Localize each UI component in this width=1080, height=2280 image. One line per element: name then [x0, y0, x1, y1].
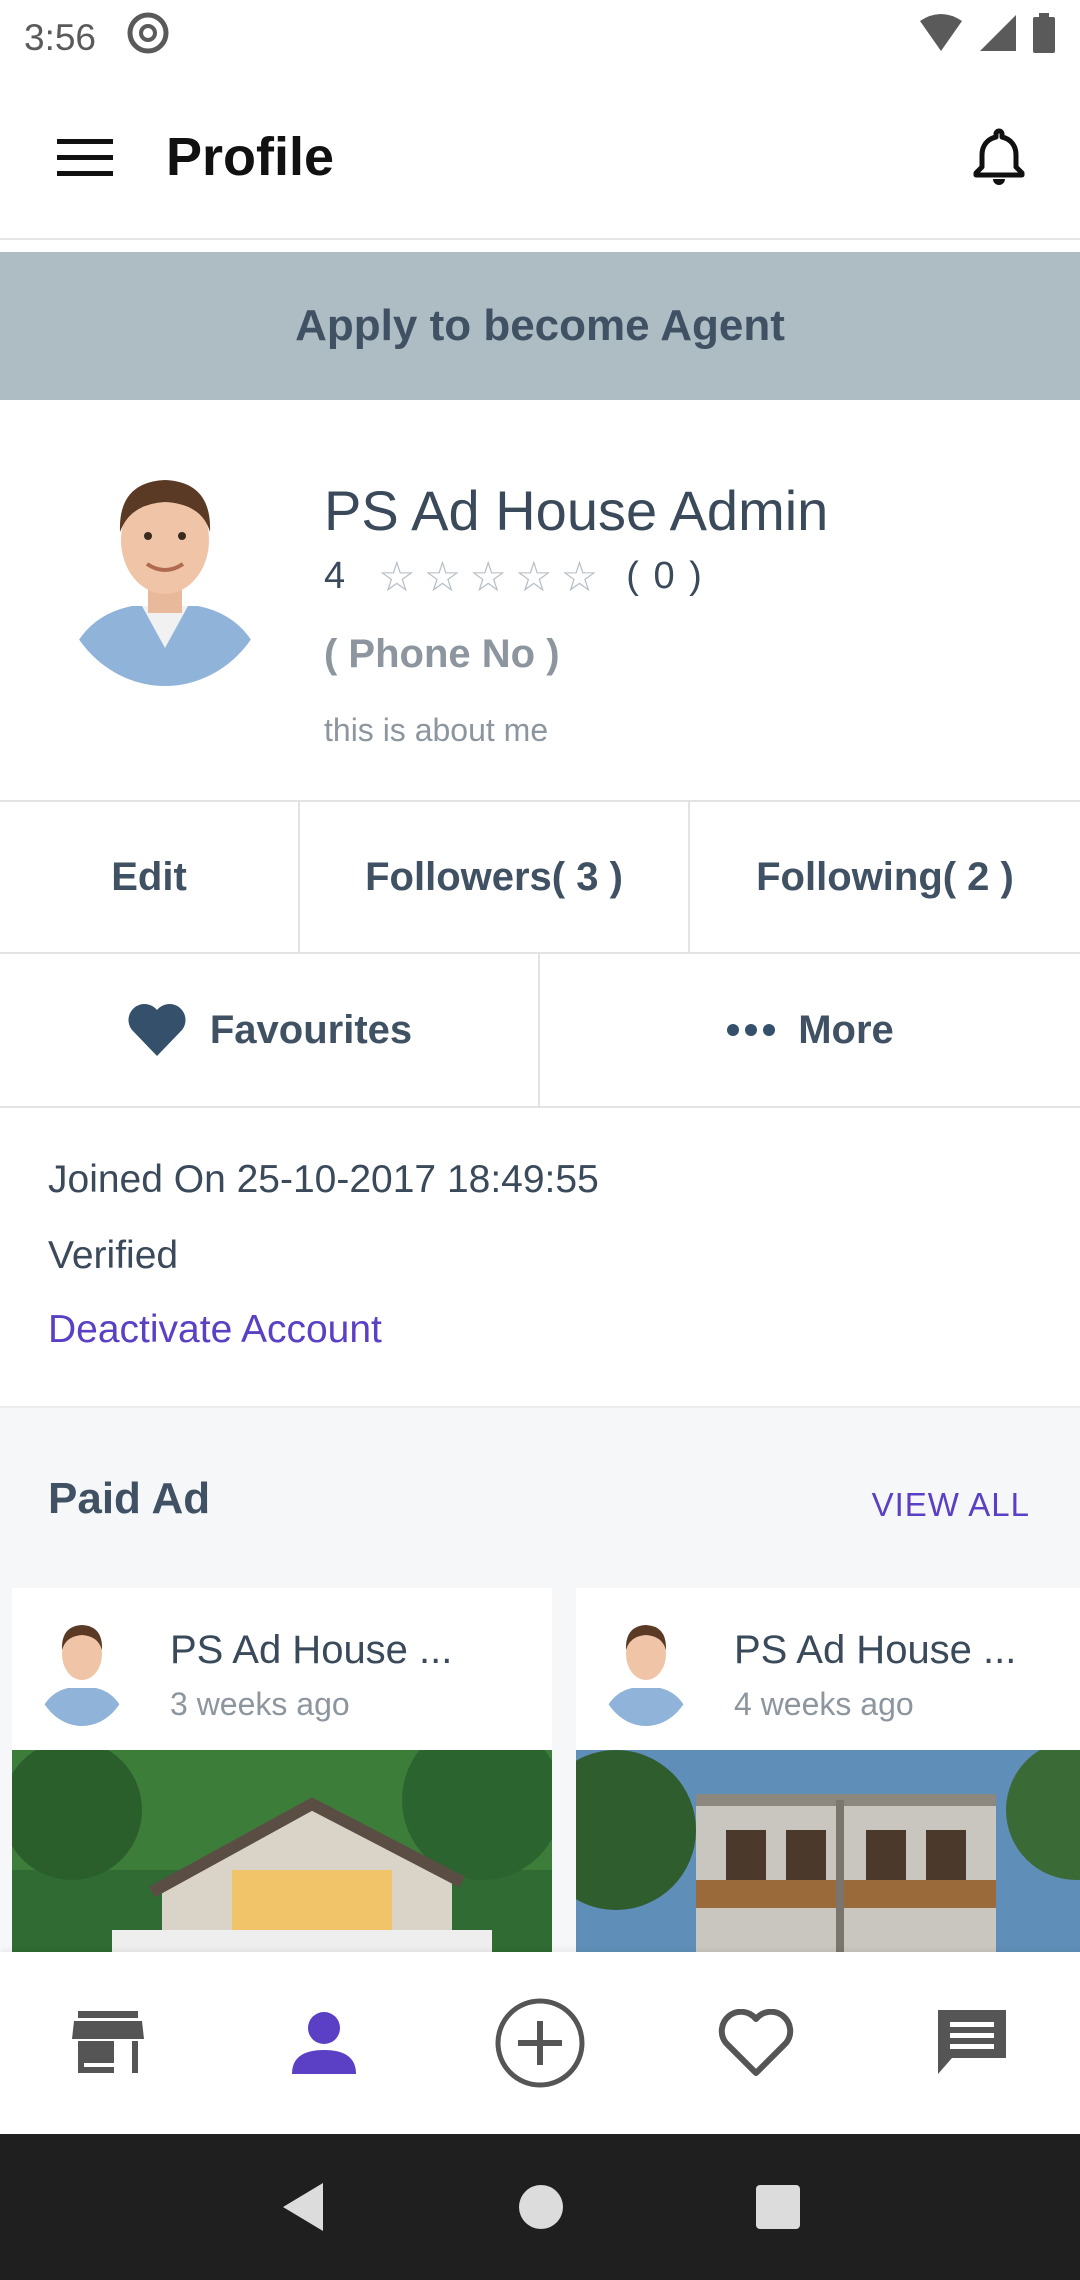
- verified-status: Verified: [48, 1234, 179, 1277]
- favourites-button[interactable]: Favourites: [0, 954, 540, 1106]
- following-button[interactable]: Following( 2 ): [690, 802, 1080, 952]
- followers-button[interactable]: Followers( 3 ): [300, 802, 690, 952]
- actions-row: Favourites More: [0, 954, 1080, 1108]
- view-all-link[interactable]: VIEW ALL: [872, 1486, 1030, 1524]
- back-icon[interactable]: [279, 2181, 327, 2233]
- battery-icon: [1032, 13, 1056, 62]
- profile-header: PS Ad House Admin 4 ☆ ☆ ☆ ☆ ☆ ( 0 ) ( Ph…: [0, 400, 1080, 802]
- ad-card-title: PS Ad House ...: [734, 1628, 1017, 1672]
- app-bar: Profile: [0, 75, 1080, 240]
- bell-icon: [973, 128, 1025, 185]
- joined-date: Joined On 25-10-2017 18:49:55: [48, 1158, 599, 1201]
- about-text: this is about me: [324, 712, 549, 748]
- paid-ad-title: Paid Ad: [48, 1474, 211, 1523]
- store-icon: [72, 2011, 144, 2073]
- deactivate-account-link[interactable]: Deactivate Account: [48, 1308, 382, 1352]
- ad-card-title: PS Ad House ...: [170, 1628, 453, 1672]
- star-icon: ☆: [560, 552, 599, 600]
- menu-button[interactable]: [40, 112, 130, 202]
- ad-image: [12, 1720, 552, 1952]
- heart-icon: [128, 1003, 186, 1056]
- rating-value: 4: [324, 555, 346, 597]
- favourite-icon: [718, 2009, 794, 2076]
- avatar: [32, 1608, 132, 1728]
- signal-icon: [978, 13, 1018, 62]
- profile-icon: [292, 2012, 356, 2074]
- favourites-label: Favourites: [209, 1007, 413, 1052]
- nav-store[interactable]: [48, 1983, 168, 2103]
- notifications-button[interactable]: [954, 112, 1044, 202]
- star-icon: ☆: [378, 552, 416, 600]
- status-bar: 3:56: [0, 0, 1080, 75]
- more-dots-icon: [727, 1024, 776, 1036]
- page-title: Profile: [166, 126, 335, 187]
- account-info: Joined On 25-10-2017 18:49:55 Verified D…: [0, 1108, 1080, 1408]
- bottom-navigation: [0, 1952, 1080, 2134]
- recents-icon[interactable]: [755, 2184, 801, 2230]
- ad-image: [576, 1740, 1080, 1952]
- paid-ad-section: Paid Ad VIEW ALL PS Ad House ... 3 weeks…: [0, 1408, 1080, 1952]
- nav-favourites[interactable]: [696, 1983, 816, 2103]
- nav-add[interactable]: [480, 1983, 600, 2103]
- nav-chat[interactable]: [912, 1983, 1032, 2103]
- stats-row: Edit Followers( 3 ) Following( 2 ): [0, 802, 1080, 954]
- avatar[interactable]: [52, 448, 278, 688]
- star-icon: ☆: [469, 552, 507, 600]
- avatar: [596, 1608, 696, 1728]
- hamburger-icon: [57, 138, 113, 176]
- ad-card[interactable]: PS Ad House ... 4 weeks ago: [576, 1588, 1080, 1952]
- rating-row: 4 ☆ ☆ ☆ ☆ ☆ ( 0 ): [324, 555, 704, 598]
- status-time: 3:56: [24, 16, 97, 58]
- wifi-icon: [918, 13, 964, 62]
- edit-button[interactable]: Edit: [0, 802, 300, 952]
- system-navigation-bar: [0, 2134, 1080, 2280]
- profile-name: PS Ad House Admin: [324, 479, 829, 542]
- more-label: More: [798, 1007, 894, 1052]
- nav-profile[interactable]: [264, 1983, 384, 2103]
- star-icon: ☆: [514, 552, 553, 600]
- ad-card-time: 3 weeks ago: [170, 1686, 350, 1722]
- ad-card-time: 4 weeks ago: [734, 1686, 914, 1722]
- ad-card[interactable]: PS Ad House ... 3 weeks ago: [12, 1588, 552, 1952]
- star-rating: ☆ ☆ ☆ ☆ ☆: [378, 552, 599, 600]
- rating-count: ( 0 ): [626, 555, 704, 597]
- status-icons: [918, 13, 1056, 62]
- apply-agent-button[interactable]: Apply to become Agent: [0, 252, 1080, 400]
- add-icon: [495, 1998, 585, 2088]
- more-button[interactable]: More: [540, 954, 1080, 1106]
- star-icon: ☆: [423, 552, 462, 600]
- chat-icon: [938, 2010, 1006, 2074]
- phone-number: ( Phone No ): [324, 632, 560, 676]
- home-icon[interactable]: [517, 2183, 565, 2231]
- at-sign-icon: [126, 11, 170, 64]
